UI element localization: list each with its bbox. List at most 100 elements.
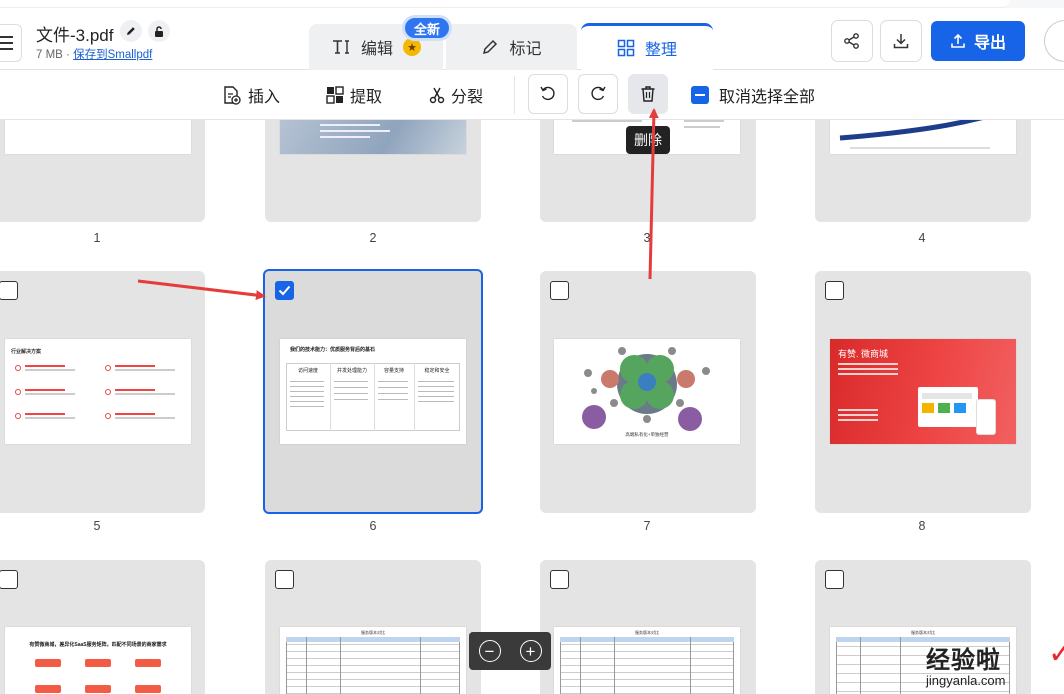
rename-button[interactable] <box>120 20 142 42</box>
zoom-out-icon: − <box>484 641 495 661</box>
organize-toolbar: 插入 提取 分裂 取消选择全部 <box>0 70 1064 120</box>
checkmark-icon <box>278 285 291 296</box>
zoom-out-button[interactable]: − <box>478 640 501 662</box>
insert-button[interactable]: 插入 <box>222 82 280 108</box>
download-button[interactable] <box>880 20 922 62</box>
page-number-3: 3 <box>643 231 651 245</box>
page-checkbox-11[interactable] <box>550 570 569 589</box>
page-thumbnail-8: 有赞. 微商城 <box>830 339 1016 444</box>
pen-icon <box>483 39 498 55</box>
menu-button[interactable] <box>0 24 22 62</box>
page-number-2: 2 <box>369 231 377 245</box>
curve-graphic <box>839 120 990 149</box>
page-card-7[interactable]: 高端私有化+单独经营 <box>540 271 756 513</box>
page-8-title: 有赞. 微商城 <box>838 349 889 359</box>
page-number-4: 4 <box>918 231 926 245</box>
zoom-in-icon: + <box>525 641 536 661</box>
avatar[interactable] <box>1044 20 1064 62</box>
extract-button[interactable]: 提取 <box>326 82 382 108</box>
tab-organize-label: 整理 <box>644 42 677 59</box>
tab-edit-label: 编辑 <box>360 41 393 58</box>
split-label: 分裂 <box>451 89 484 106</box>
toolbar-divider <box>514 76 515 114</box>
delete-button[interactable] <box>628 74 668 114</box>
watermark-text: 经验啦 <box>926 647 1001 674</box>
page-card-10[interactable]: 服务版本对比 <box>265 560 481 694</box>
download-icon <box>893 34 909 49</box>
app-header: 文件-3.pdf 7 MB · 保存到Smallpdf 编辑 ★ 标记 整理 全… <box>0 0 1064 70</box>
deselect-all-label: 取消选择全部 <box>719 89 816 106</box>
page-thumbnail-4 <box>830 120 1016 154</box>
page-checkbox-7[interactable] <box>550 281 569 300</box>
pencil-icon <box>127 27 135 35</box>
extract-icon <box>326 86 344 104</box>
page-12-title: 服务版本对比 <box>911 630 935 635</box>
page-number-8: 8 <box>918 519 926 533</box>
page-6-col-1: 访问速度 <box>297 368 318 374</box>
page-thumbnail-9: 有赞微商城，差异化SaaS服务矩阵，匹配不同场景的商家需求 <box>5 627 191 694</box>
file-name[interactable]: 文件-3.pdf <box>36 21 113 46</box>
page-7-caption: 高端私有化+单独经营 <box>625 432 669 437</box>
trash-icon <box>641 86 655 102</box>
grid-icon <box>617 39 635 57</box>
tab-organize[interactable]: 整理 <box>581 23 713 70</box>
page-6-title: 我们的技术能力：优质服务背后的基石 <box>290 347 376 353</box>
watermark: 经验啦 jingyanla.com ✓ <box>926 637 1064 688</box>
rotate-left-button[interactable] <box>528 74 568 114</box>
page-grid: 1 2 3 4 行业解决方案 5 我们的技术能力：优质服务背后的基石 访问速度 … <box>0 120 1064 694</box>
tab-markup-label: 标记 <box>509 41 542 58</box>
page-card-4[interactable] <box>815 120 1031 222</box>
page-10-title: 服务版本对比 <box>361 630 385 635</box>
scissors-icon <box>429 87 445 104</box>
page-card-11[interactable]: 服务版本对比 <box>540 560 756 694</box>
insert-page-icon <box>224 86 241 105</box>
page-card-5[interactable]: 行业解决方案 <box>0 271 205 513</box>
page-6-col-3: 容量支持 <box>383 368 404 374</box>
page-checkbox-12[interactable] <box>825 570 844 589</box>
page-thumbnail-11: 服务版本对比 <box>554 627 740 694</box>
page-checkbox-6[interactable] <box>275 281 294 300</box>
page-card-9[interactable]: 有赞微商城，差异化SaaS服务矩阵，匹配不同场景的商家需求 <box>0 560 205 694</box>
page-thumbnail-6: 我们的技术能力：优质服务背后的基石 访问速度 并发处理能力 容量支持 稳定和安全 <box>280 339 466 444</box>
file-size: 7 MB <box>36 49 63 61</box>
text-edit-icon <box>332 40 349 54</box>
watermark-check-icon: ✓ <box>1048 637 1064 670</box>
page-checkbox-9[interactable] <box>0 570 18 589</box>
export-label: 导出 <box>973 35 1006 52</box>
share-button[interactable] <box>831 20 873 62</box>
page-checkbox-5[interactable] <box>0 281 18 300</box>
hamburger-icon <box>0 36 13 38</box>
page-9-title: 有赞微商城，差异化SaaS服务矩阵，匹配不同场景的商家需求 <box>29 642 167 648</box>
export-button[interactable]: 导出 <box>931 21 1025 61</box>
browser-strip <box>0 0 1064 8</box>
new-badge: 全新 <box>402 15 452 41</box>
page-5-title: 行业解决方案 <box>11 349 42 355</box>
page-number-5: 5 <box>93 519 101 533</box>
page-checkbox-8[interactable] <box>825 281 844 300</box>
page-card-1[interactable] <box>0 120 205 222</box>
page-thumbnail-7: 高端私有化+单独经营 <box>554 339 740 444</box>
page-thumbnail-1 <box>5 120 191 154</box>
rotate-left-icon <box>540 86 555 101</box>
tab-markup[interactable]: 标记 <box>446 24 577 70</box>
page-card-8[interactable]: 有赞. 微商城 <box>815 271 1031 513</box>
page-thumbnail-5: 行业解决方案 <box>5 339 191 444</box>
page-card-2[interactable] <box>265 120 481 222</box>
zoom-in-button[interactable]: + <box>519 640 542 662</box>
delete-tooltip: 删除 <box>626 126 670 154</box>
rotate-right-button[interactable] <box>578 74 618 114</box>
share-icon <box>844 33 859 49</box>
page-thumbnail-2 <box>280 120 466 154</box>
deselect-all-button[interactable]: 取消选择全部 <box>691 82 815 108</box>
page-number-1: 1 <box>93 231 101 245</box>
page-card-6[interactable]: 我们的技术能力：优质服务背后的基石 访问速度 并发处理能力 容量支持 稳定和安全 <box>263 269 483 514</box>
save-to-smallpdf-link[interactable]: 保存到Smallpdf <box>73 49 152 61</box>
split-button[interactable]: 分裂 <box>429 82 483 108</box>
page-6-col-2: 并发处理能力 <box>336 368 367 374</box>
page-number-7: 7 <box>643 519 651 533</box>
file-meta: 7 MB · 保存到Smallpdf <box>36 49 153 61</box>
page-11-title: 服务版本对比 <box>635 630 659 635</box>
lock-button[interactable] <box>148 20 170 42</box>
page-checkbox-10[interactable] <box>275 570 294 589</box>
page-number-6: 6 <box>369 519 377 533</box>
